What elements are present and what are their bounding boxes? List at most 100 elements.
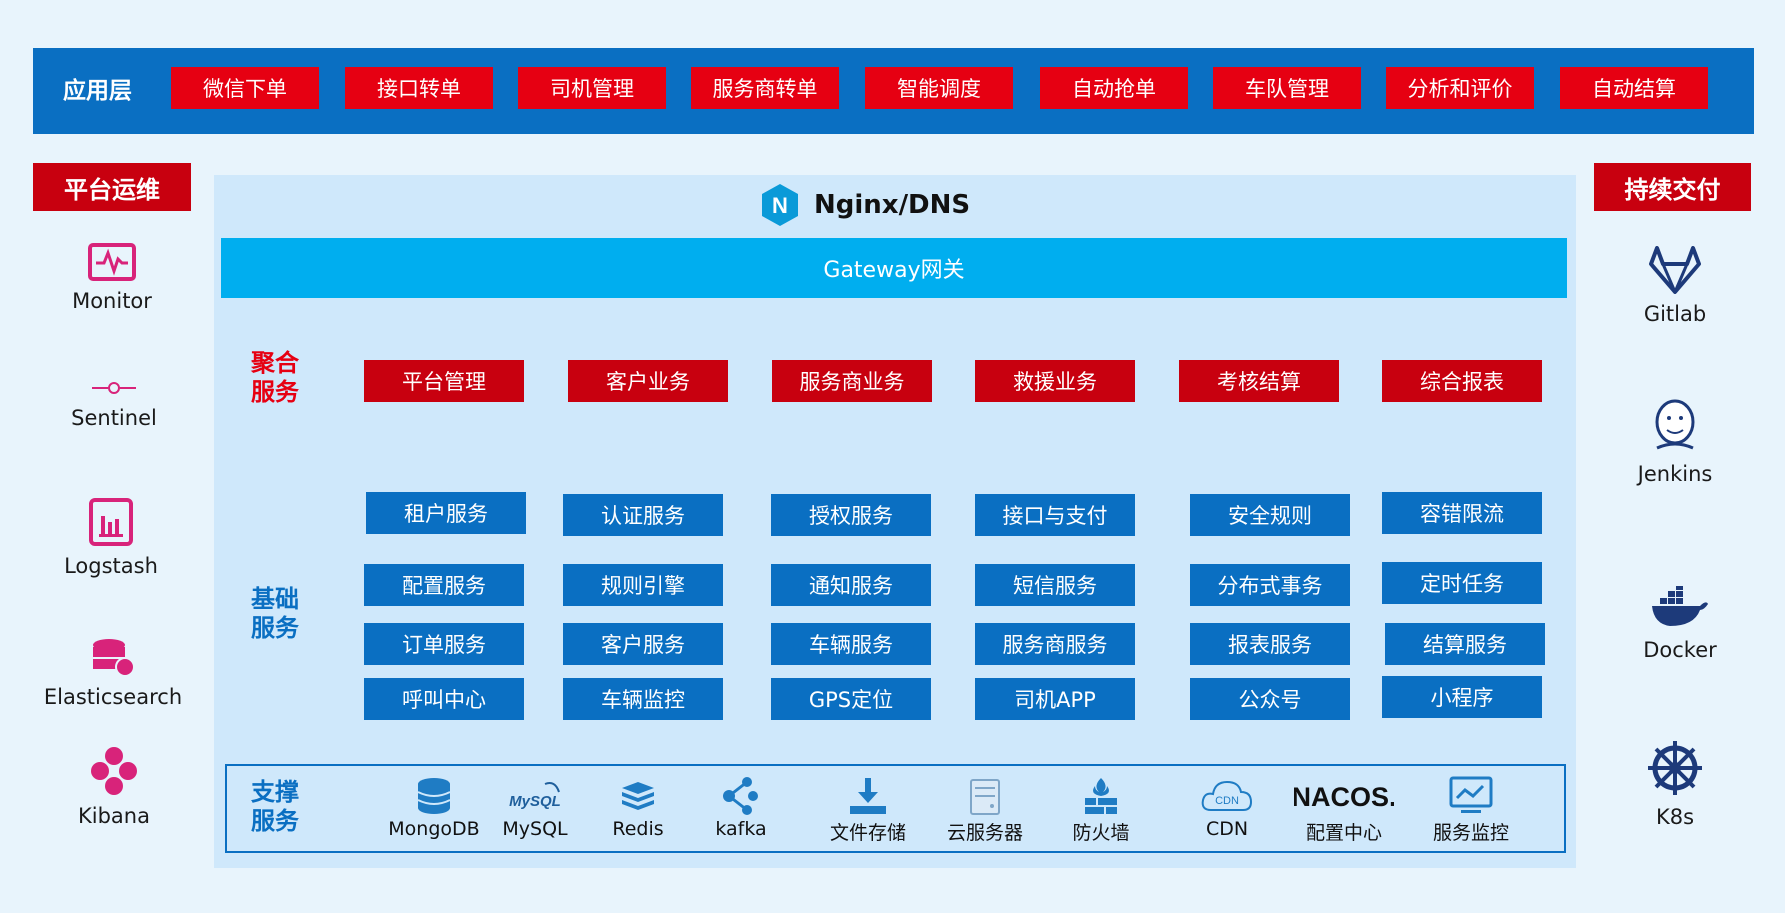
tool-logstash-label: Logstash xyxy=(64,554,158,578)
tool-logstash[interactable]: Logstash xyxy=(31,498,191,578)
aggregate-label-line2: 服务 xyxy=(251,378,299,406)
logstash-icon xyxy=(89,498,133,546)
base-item-vehicle[interactable]: 车辆服务 xyxy=(771,623,931,665)
nginx-header: N Nginx/DNS xyxy=(760,180,970,230)
base-item-interface-payment[interactable]: 接口与支付 xyxy=(975,494,1135,536)
file-storage-icon xyxy=(850,778,886,814)
kibana-icon xyxy=(91,747,137,795)
support-item-cdn[interactable]: CDN CDN xyxy=(1167,776,1287,840)
base-item-customer[interactable]: 客户服务 xyxy=(563,623,723,665)
support-item-config-center-label: 配置中心 xyxy=(1305,822,1382,844)
base-item-mini-program[interactable]: 小程序 xyxy=(1382,676,1542,718)
k8s-icon xyxy=(1648,741,1702,795)
aggregate-label-line1: 聚合 xyxy=(251,349,299,377)
aggregate-item-assessment[interactable]: 考核结算 xyxy=(1179,360,1339,402)
gitlab-icon xyxy=(1649,246,1701,294)
base-item-gps[interactable]: GPS定位 xyxy=(771,678,931,720)
firewall-icon xyxy=(1085,778,1117,814)
tool-kibana-label: Kibana xyxy=(78,804,150,828)
svg-text:NACOS.: NACOS. xyxy=(1294,782,1394,812)
base-item-security-rules[interactable]: 安全规则 xyxy=(1190,494,1350,536)
aggregate-item-rescue[interactable]: 救援业务 xyxy=(975,360,1135,402)
support-item-mysql-label: MySQL xyxy=(502,818,568,840)
support-item-file-storage[interactable]: 文件存储 xyxy=(808,776,928,845)
base-item-order[interactable]: 订单服务 xyxy=(364,623,524,665)
app-item-driver-management[interactable]: 司机管理 xyxy=(518,67,666,109)
base-item-driver-app[interactable]: 司机APP xyxy=(975,678,1135,720)
support-item-config-center[interactable]: NACOS. 配置中心 xyxy=(1284,776,1404,845)
support-label-line2: 服务 xyxy=(251,807,299,835)
tool-kibana[interactable]: Kibana xyxy=(34,746,194,828)
support-item-service-monitor-label: 服务监控 xyxy=(1432,822,1509,844)
base-item-provider[interactable]: 服务商服务 xyxy=(975,623,1135,665)
cdn-icon: CDN xyxy=(1201,780,1253,811)
mongodb-icon xyxy=(417,778,451,814)
tool-docker[interactable]: Docker xyxy=(1600,586,1760,662)
base-item-config[interactable]: 配置服务 xyxy=(364,564,524,606)
tool-jenkins-label: Jenkins xyxy=(1637,462,1713,486)
app-item-auto-settlement[interactable]: 自动结算 xyxy=(1560,67,1708,109)
tool-monitor-label: Monitor xyxy=(72,289,152,313)
base-item-rule-engine[interactable]: 规则引擎 xyxy=(563,564,723,606)
base-item-authorization[interactable]: 授权服务 xyxy=(771,494,931,536)
base-item-sms[interactable]: 短信服务 xyxy=(975,564,1135,606)
base-item-call-center[interactable]: 呼叫中心 xyxy=(364,678,524,720)
support-item-cloud-server[interactable]: 云服务器 xyxy=(925,776,1045,845)
redis-icon xyxy=(622,782,654,810)
base-item-distributed-tx[interactable]: 分布式事务 xyxy=(1190,564,1350,606)
aggregate-item-customer[interactable]: 客户业务 xyxy=(568,360,728,402)
base-label-line1: 基础 xyxy=(251,585,299,613)
elasticsearch-icon xyxy=(93,639,135,677)
app-item-provider-transfer[interactable]: 服务商转单 xyxy=(691,67,839,109)
delivery-title: 持续交付 xyxy=(1594,163,1751,211)
base-item-vehicle-monitor[interactable]: 车辆监控 xyxy=(563,678,723,720)
cloud-server-icon xyxy=(970,779,1000,815)
tool-sentinel-label: Sentinel xyxy=(71,406,157,430)
tool-elasticsearch-label: Elasticsearch xyxy=(43,685,183,709)
support-item-cloud-server-label: 云服务器 xyxy=(946,822,1023,844)
support-item-firewall[interactable]: 防火墙 xyxy=(1041,776,1161,845)
support-item-cdn-label: CDN xyxy=(1205,818,1249,840)
base-item-official-account[interactable]: 公众号 xyxy=(1190,678,1350,720)
app-item-interface-transfer[interactable]: 接口转单 xyxy=(345,67,493,109)
base-item-auth[interactable]: 认证服务 xyxy=(563,494,723,536)
base-item-report[interactable]: 报表服务 xyxy=(1190,623,1350,665)
support-item-service-monitor[interactable]: 服务监控 xyxy=(1411,776,1531,845)
tool-docker-label: Docker xyxy=(1643,638,1717,662)
base-item-scheduled-task[interactable]: 定时任务 xyxy=(1382,562,1542,604)
tool-monitor[interactable]: Monitor xyxy=(32,243,192,313)
base-item-settlement[interactable]: 结算服务 xyxy=(1385,623,1545,665)
tool-k8s[interactable]: K8s xyxy=(1595,739,1755,829)
app-item-wechat-order[interactable]: 微信下单 xyxy=(171,67,319,109)
base-label-line2: 服务 xyxy=(251,614,299,642)
jenkins-icon xyxy=(1655,399,1695,450)
docker-icon xyxy=(1652,586,1708,626)
tool-gitlab[interactable]: Gitlab xyxy=(1595,246,1755,326)
aggregate-item-provider[interactable]: 服务商业务 xyxy=(772,360,932,402)
service-monitor-icon xyxy=(1449,776,1493,813)
nacos-logo: NACOS. xyxy=(1294,782,1394,812)
aggregate-label: 聚合 服务 xyxy=(251,349,299,407)
gateway-bar[interactable]: Gateway网关 xyxy=(221,238,1567,298)
nginx-icon: N xyxy=(762,184,798,226)
base-item-tenant[interactable]: 租户服务 xyxy=(366,492,526,534)
monitor-icon xyxy=(88,243,136,281)
app-item-auto-grab[interactable]: 自动抢单 xyxy=(1040,67,1188,109)
tool-sentinel[interactable]: Sentinel xyxy=(34,378,194,430)
tool-elasticsearch[interactable]: Elasticsearch xyxy=(33,637,193,709)
support-item-kafka[interactable]: kafka xyxy=(681,776,801,840)
base-label: 基础 服务 xyxy=(251,585,299,643)
aggregate-item-platform[interactable]: 平台管理 xyxy=(364,360,524,402)
app-item-fleet-management[interactable]: 车队管理 xyxy=(1213,67,1361,109)
support-label-line1: 支撑 xyxy=(251,778,299,806)
app-item-smart-dispatch[interactable]: 智能调度 xyxy=(865,67,1013,109)
app-item-analysis-evaluation[interactable]: 分析和评价 xyxy=(1386,67,1534,109)
base-item-fault-tolerance[interactable]: 容错限流 xyxy=(1382,492,1542,534)
support-item-redis[interactable]: Redis xyxy=(578,776,698,840)
base-item-notification[interactable]: 通知服务 xyxy=(771,564,931,606)
support-label: 支撑 服务 xyxy=(251,778,299,836)
tool-jenkins[interactable]: Jenkins xyxy=(1595,398,1755,486)
aggregate-item-report[interactable]: 综合报表 xyxy=(1382,360,1542,402)
support-item-mysql[interactable]: MySQL MySQL xyxy=(475,776,595,840)
ops-title: 平台运维 xyxy=(33,163,191,211)
